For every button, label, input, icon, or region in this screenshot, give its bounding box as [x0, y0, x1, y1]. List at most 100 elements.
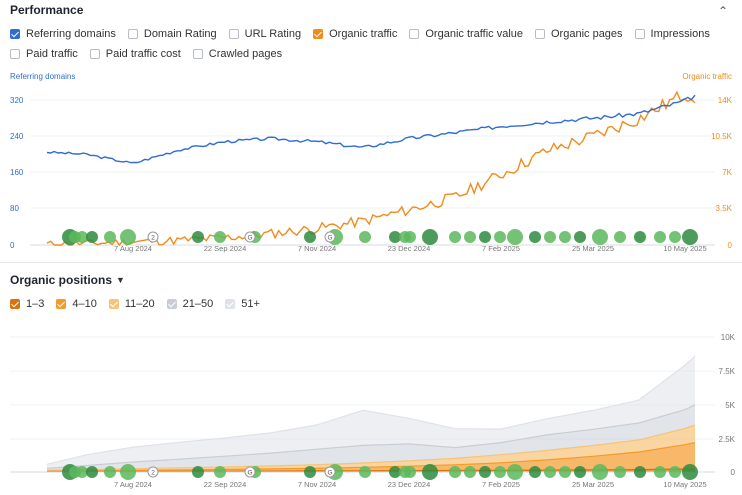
checkbox[interactable]: [89, 49, 100, 59]
event-dot[interactable]: [422, 229, 438, 245]
legend-item-organic-traffic[interactable]: Organic traffic: [313, 24, 397, 44]
event-dot[interactable]: [214, 466, 226, 478]
event-dot[interactable]: [120, 464, 136, 480]
legend-item-paid-traffic-cost[interactable]: Paid traffic cost: [89, 44, 181, 64]
right-tick-label: 7.5K: [719, 367, 736, 376]
event-dot[interactable]: [86, 466, 98, 478]
legend-item-organic-traffic-value[interactable]: Organic traffic value: [409, 24, 523, 44]
event-dot[interactable]: [507, 464, 523, 480]
chevron-up-icon[interactable]: ⌃: [714, 2, 732, 20]
event-badge[interactable]: 2: [147, 466, 159, 478]
event-badge-label: 2: [151, 470, 155, 477]
event-dot[interactable]: [404, 231, 416, 243]
event-dot[interactable]: [86, 231, 98, 243]
legend-item-organic-pages[interactable]: Organic pages: [535, 24, 623, 44]
event-dot[interactable]: [682, 229, 698, 245]
event-badge[interactable]: G: [324, 466, 336, 478]
checkbox[interactable]: [228, 29, 239, 39]
event-dot[interactable]: [359, 231, 371, 243]
x-tick-label: 23 Dec 2024: [388, 244, 431, 253]
event-dot[interactable]: [214, 231, 226, 243]
event-dot[interactable]: [449, 231, 461, 243]
event-dot[interactable]: [544, 466, 556, 478]
event-dot[interactable]: [494, 231, 506, 243]
checkbox[interactable]: [10, 29, 20, 39]
legend-item-paid-traffic[interactable]: Paid traffic: [10, 44, 78, 64]
event-dot[interactable]: [634, 231, 646, 243]
checkbox[interactable]: [56, 299, 67, 309]
event-dot[interactable]: [529, 466, 541, 478]
legend-item-impressions[interactable]: Impressions: [634, 24, 710, 44]
event-dot[interactable]: [669, 466, 681, 478]
event-dot[interactable]: [614, 466, 626, 478]
legend-item-51-[interactable]: 51+: [225, 294, 260, 314]
event-dot[interactable]: [529, 231, 541, 243]
event-dot[interactable]: [592, 229, 608, 245]
event-dot[interactable]: [574, 231, 586, 243]
checkbox[interactable]: [634, 29, 645, 39]
event-badge-label: 2: [151, 235, 155, 242]
legend-label: Organic traffic: [329, 28, 398, 40]
event-dot[interactable]: [634, 466, 646, 478]
event-dot[interactable]: [574, 466, 586, 478]
event-badge[interactable]: G: [324, 231, 336, 243]
checkbox[interactable]: [225, 299, 236, 309]
event-dot[interactable]: [507, 229, 523, 245]
event-dot[interactable]: [544, 231, 556, 243]
legend-label: 11–20: [124, 298, 155, 310]
x-tick-label: 7 Nov 2024: [298, 480, 336, 489]
event-dot[interactable]: [669, 231, 681, 243]
event-dot[interactable]: [682, 464, 698, 480]
legend-item-url-rating[interactable]: URL Rating: [228, 24, 302, 44]
event-badge[interactable]: 2: [147, 231, 159, 243]
event-dot[interactable]: [104, 231, 116, 243]
checkbox[interactable]: [313, 29, 324, 39]
legend-item-referring-domains[interactable]: Referring domains: [10, 24, 116, 44]
event-dot[interactable]: [494, 466, 506, 478]
event-dot[interactable]: [614, 231, 626, 243]
checkbox[interactable]: [108, 299, 119, 309]
x-tick-label: 10 May 2025: [663, 480, 706, 489]
checkbox[interactable]: [10, 299, 20, 309]
event-dot[interactable]: [192, 231, 204, 243]
legend-item-crawled-pages[interactable]: Crawled pages: [192, 44, 282, 64]
checkbox[interactable]: [192, 49, 203, 59]
organic-positions-dropdown[interactable]: Organic positions ▼: [10, 273, 125, 287]
event-dot[interactable]: [559, 466, 571, 478]
event-dot[interactable]: [464, 466, 476, 478]
event-dot[interactable]: [479, 466, 491, 478]
checkbox[interactable]: [166, 299, 177, 309]
event-dot[interactable]: [104, 466, 116, 478]
series-line-organic-traffic[interactable]: [46, 90, 696, 247]
legend-item-4-10[interactable]: 4–10: [56, 294, 97, 314]
legend-item-domain-rating[interactable]: Domain Rating: [127, 24, 217, 44]
right-tick-label: 7K: [722, 168, 732, 177]
legend-item-21-50[interactable]: 21–50: [166, 294, 213, 314]
event-dot[interactable]: [449, 466, 461, 478]
event-dot[interactable]: [559, 231, 571, 243]
checkbox[interactable]: [10, 49, 20, 59]
event-dot[interactable]: [192, 466, 204, 478]
event-dot[interactable]: [404, 466, 416, 478]
event-dot[interactable]: [304, 466, 316, 478]
checkbox[interactable]: [535, 29, 545, 39]
legend-item-11-20[interactable]: 11–20: [108, 294, 155, 314]
organic-positions-title: Organic positions: [10, 273, 113, 287]
series-line-referring-domains[interactable]: [46, 94, 696, 164]
legend-item-1-3[interactable]: 1–3: [10, 294, 44, 314]
checkbox[interactable]: [127, 29, 138, 39]
event-dot[interactable]: [422, 464, 438, 480]
event-dot[interactable]: [654, 231, 666, 243]
event-dot[interactable]: [654, 466, 666, 478]
event-dot[interactable]: [592, 464, 608, 480]
event-badge[interactable]: G: [244, 466, 256, 478]
event-dot[interactable]: [304, 231, 316, 243]
event-dot[interactable]: [120, 229, 136, 245]
event-dot[interactable]: [479, 231, 491, 243]
checkbox[interactable]: [409, 29, 420, 39]
event-dot[interactable]: [359, 466, 371, 478]
event-dot[interactable]: [464, 231, 476, 243]
event-badge[interactable]: G: [244, 231, 256, 243]
x-tick-label: 23 Dec 2024: [388, 480, 431, 489]
legend-label: URL Rating: [244, 28, 302, 40]
